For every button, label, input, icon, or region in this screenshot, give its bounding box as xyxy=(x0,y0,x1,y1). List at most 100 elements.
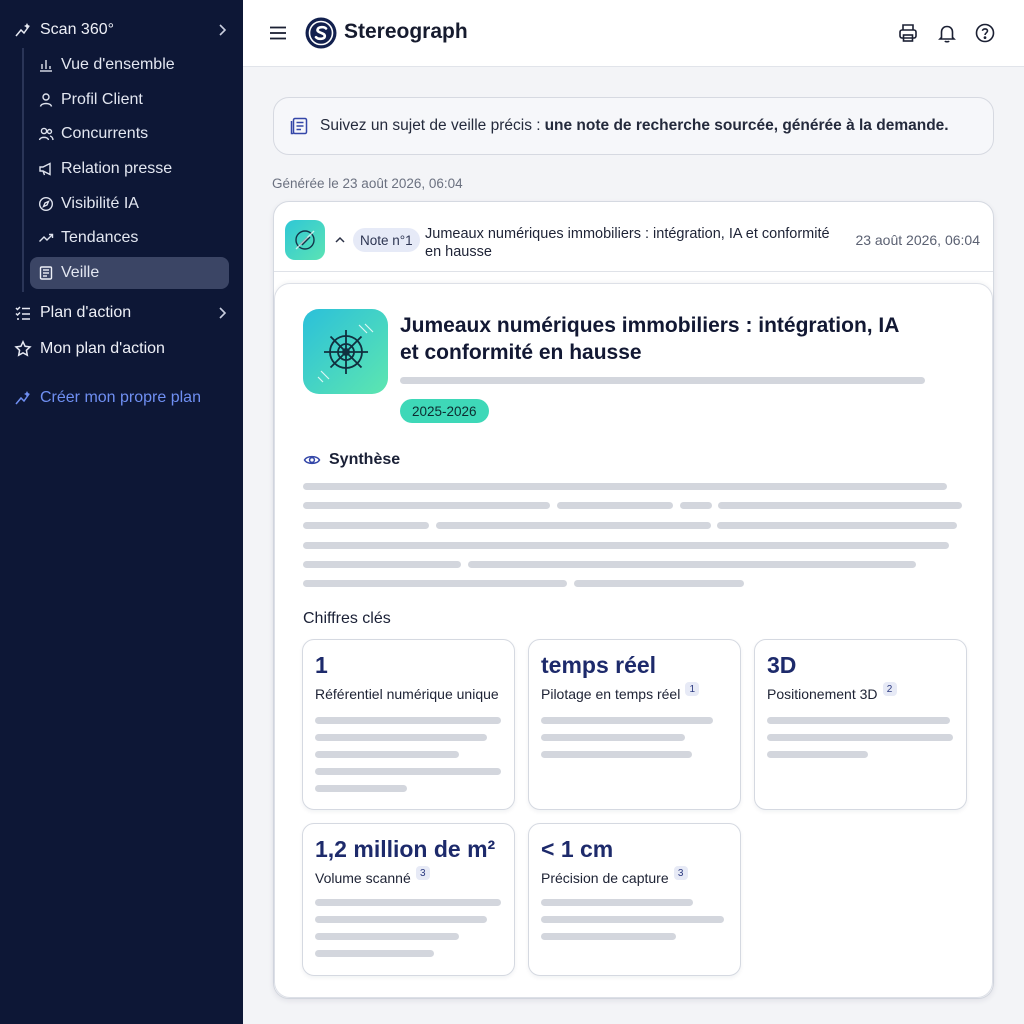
star-icon xyxy=(14,340,32,358)
sidebar-item-watch[interactable]: Veille xyxy=(30,257,229,289)
research-note-card: Note n°1 Jumeaux numériques immobiliers … xyxy=(273,201,994,999)
text-placeholder xyxy=(315,751,459,758)
kpi-value: 1,2 million de m² xyxy=(315,836,496,862)
sidebar-item-overview[interactable]: Vue d'ensemble xyxy=(30,49,229,81)
bell-icon[interactable] xyxy=(936,22,958,44)
eye-icon xyxy=(303,455,321,465)
note-date: 23 août 2026, 06:04 xyxy=(855,232,980,248)
text-placeholder xyxy=(717,522,957,529)
text-placeholder xyxy=(541,916,724,923)
create-plan-label: Créer mon propre plan xyxy=(40,389,201,406)
sidebar-item-label: Vue d'ensemble xyxy=(61,56,175,73)
sidebar-item-client-profile[interactable]: Profil Client xyxy=(30,84,229,116)
text-placeholder xyxy=(315,933,459,940)
menu-icon[interactable] xyxy=(269,24,287,42)
submenu-guide xyxy=(22,48,24,292)
generation-date: Générée le 23 août 2026, 06:04 xyxy=(272,176,463,191)
create-plan-link[interactable]: Créer mon propre plan xyxy=(14,384,201,412)
text-placeholder xyxy=(436,522,711,529)
sidebar-item-label: Profil Client xyxy=(61,91,143,108)
period-badge: 2025-2026 xyxy=(400,399,489,423)
text-placeholder xyxy=(303,502,550,509)
sidebar: Scan 360° Vue d'ensemble Profil Client C… xyxy=(0,0,243,1024)
text-placeholder xyxy=(315,734,487,741)
ship-wheel-icon xyxy=(317,323,373,382)
text-placeholder xyxy=(767,717,950,724)
text-placeholder xyxy=(303,580,567,587)
nav-action-plan[interactable]: Plan d'action xyxy=(14,299,229,327)
chevron-up-icon[interactable] xyxy=(333,233,347,247)
source-reference[interactable]: 3 xyxy=(673,866,688,880)
sparkle-chart-icon xyxy=(14,21,32,39)
kpi-card: 3D Positionement 3D 2 xyxy=(754,639,967,810)
document-title: Jumeaux numériques immobiliers : intégra… xyxy=(400,314,899,364)
nav-scan-label: Scan 360° xyxy=(40,21,115,38)
kpi-label: Référentiel numérique unique xyxy=(315,686,499,702)
sidebar-item-label: Visibilité IA xyxy=(61,195,139,212)
text-placeholder xyxy=(767,751,868,758)
nav-scan-360[interactable]: Scan 360° xyxy=(14,16,229,44)
stereograph-logo xyxy=(305,17,337,49)
text-placeholder xyxy=(303,522,429,529)
sidebar-item-label: Tendances xyxy=(61,229,139,246)
synthesis-heading: Synthèse xyxy=(303,451,400,469)
kpi-label: Positionement 3D 2 xyxy=(767,682,897,702)
banner-text: Suivez un sujet de veille précis : xyxy=(320,117,541,134)
newspaper-icon xyxy=(38,265,54,281)
sidebar-item-trends[interactable]: Tendances xyxy=(30,222,229,254)
banner-bold-text: une note de recherche sourcée, générée à… xyxy=(544,117,949,134)
nav-my-plan[interactable]: Mon plan d'action xyxy=(14,335,165,363)
nav-my-plan-label: Mon plan d'action xyxy=(40,340,165,357)
kpi-label-text: Volume scanné xyxy=(315,870,411,886)
key-figures-heading: Chiffres clés xyxy=(303,610,391,627)
text-placeholder xyxy=(541,899,693,906)
kpi-label: Précision de capture 3 xyxy=(541,866,688,886)
info-banner: Suivez un sujet de veille précis : une n… xyxy=(273,97,994,155)
text-placeholder xyxy=(303,561,461,568)
note-thumbnail xyxy=(285,220,325,260)
top-bar: Stereograph xyxy=(243,0,1024,67)
kpi-card: 1 Référentiel numérique unique xyxy=(302,639,515,810)
chevron-right-icon xyxy=(219,24,227,36)
synthesis-label: Synthèse xyxy=(329,451,401,468)
trend-icon xyxy=(38,230,54,246)
note-cover-image xyxy=(303,309,388,394)
text-placeholder xyxy=(574,580,744,587)
user-icon xyxy=(38,92,54,108)
text-placeholder xyxy=(557,502,673,509)
note-header[interactable]: Note n°1 Jumeaux numériques immobiliers … xyxy=(274,202,993,272)
source-reference[interactable]: 1 xyxy=(685,682,700,696)
nav-plan-label: Plan d'action xyxy=(40,304,132,321)
brand-name: Stereograph xyxy=(344,20,468,43)
megaphone-icon xyxy=(38,161,54,177)
kpi-value: < 1 cm xyxy=(541,836,614,862)
kpi-label: Volume scanné 3 xyxy=(315,866,430,886)
printer-icon[interactable] xyxy=(897,22,919,44)
text-placeholder xyxy=(315,916,487,923)
text-placeholder xyxy=(468,561,916,568)
note-content: Jumeaux numériques immobiliers : intégra… xyxy=(274,283,993,998)
text-placeholder xyxy=(718,502,962,509)
chevron-right-icon xyxy=(219,307,227,319)
source-reference[interactable]: 3 xyxy=(415,866,430,880)
help-icon[interactable] xyxy=(974,22,996,44)
sidebar-item-ai-visibility[interactable]: Visibilité IA xyxy=(30,188,229,220)
text-placeholder xyxy=(767,734,953,741)
source-reference[interactable]: 2 xyxy=(882,682,897,696)
text-placeholder xyxy=(315,768,501,775)
note-title: Jumeaux numériques immobiliers : intégra… xyxy=(425,226,830,260)
sidebar-item-competitors[interactable]: Concurrents xyxy=(30,118,229,150)
kpi-card: < 1 cm Précision de capture 3 xyxy=(528,823,741,976)
text-placeholder xyxy=(303,542,949,549)
sidebar-item-press[interactable]: Relation presse xyxy=(30,153,229,185)
text-placeholder xyxy=(303,483,947,490)
subtitle-placeholder xyxy=(400,377,925,384)
kpi-card: 1,2 million de m² Volume scanné 3 xyxy=(302,823,515,976)
sparkle-chart-icon xyxy=(14,389,32,407)
bar-chart-icon xyxy=(38,57,54,73)
kpi-value: 3D xyxy=(767,652,797,678)
kpi-label: Pilotage en temps réel 1 xyxy=(541,682,700,702)
kpi-label-text: Positionement 3D xyxy=(767,686,878,702)
text-placeholder xyxy=(680,502,712,509)
kpi-value: temps réel xyxy=(541,652,657,678)
